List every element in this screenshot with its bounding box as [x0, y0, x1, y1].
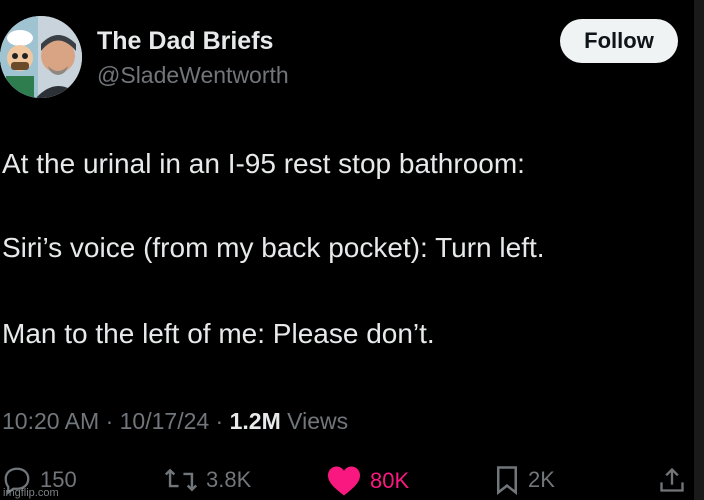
meta-separator: ·: [209, 408, 230, 434]
tweet-text-line: Siri’s voice (from my back pocket): Turn…: [2, 232, 545, 263]
share-button[interactable]: [658, 465, 686, 495]
bookmark-count: 2K: [528, 467, 555, 492]
follow-button[interactable]: Follow: [560, 19, 678, 63]
tweet-meta: 10:20 AM · 10/17/24 · 1.2M Views: [2, 408, 348, 435]
author-handle[interactable]: @SladeWentworth: [97, 62, 289, 89]
action-bar: 150 3.8K 80K 2K: [0, 465, 694, 500]
tweet-header: The Dad Briefs @SladeWentworth Follow: [0, 0, 694, 110]
avatar-image: [0, 16, 82, 98]
tweet-text-line: At the urinal in an I-95 rest stop bathr…: [2, 148, 525, 179]
tweet-date[interactable]: 10/17/24: [120, 408, 210, 434]
meta-separator: ·: [99, 408, 120, 434]
like-count: 80K: [370, 468, 410, 493]
repost-count: 3.8K: [206, 467, 252, 492]
tweet-text-line: Man to the left of me: Please don’t.: [2, 318, 435, 349]
heart-icon: [328, 466, 360, 496]
avatar[interactable]: [0, 16, 82, 98]
share-icon: [660, 467, 684, 492]
repost-icon: [164, 468, 198, 492]
views-count: 1.2M: [229, 408, 281, 434]
author-name[interactable]: The Dad Briefs: [97, 27, 273, 56]
right-frame-edge: [694, 0, 704, 500]
like-button[interactable]: 80K: [326, 465, 409, 497]
bookmark-icon: [497, 466, 517, 495]
tweet-time[interactable]: 10:20 AM: [2, 408, 99, 434]
repost-button[interactable]: 3.8K: [164, 465, 251, 495]
watermark: imgflip.com: [3, 487, 59, 499]
views-label: Views: [280, 408, 349, 434]
bookmark-button[interactable]: 2K: [494, 465, 555, 495]
